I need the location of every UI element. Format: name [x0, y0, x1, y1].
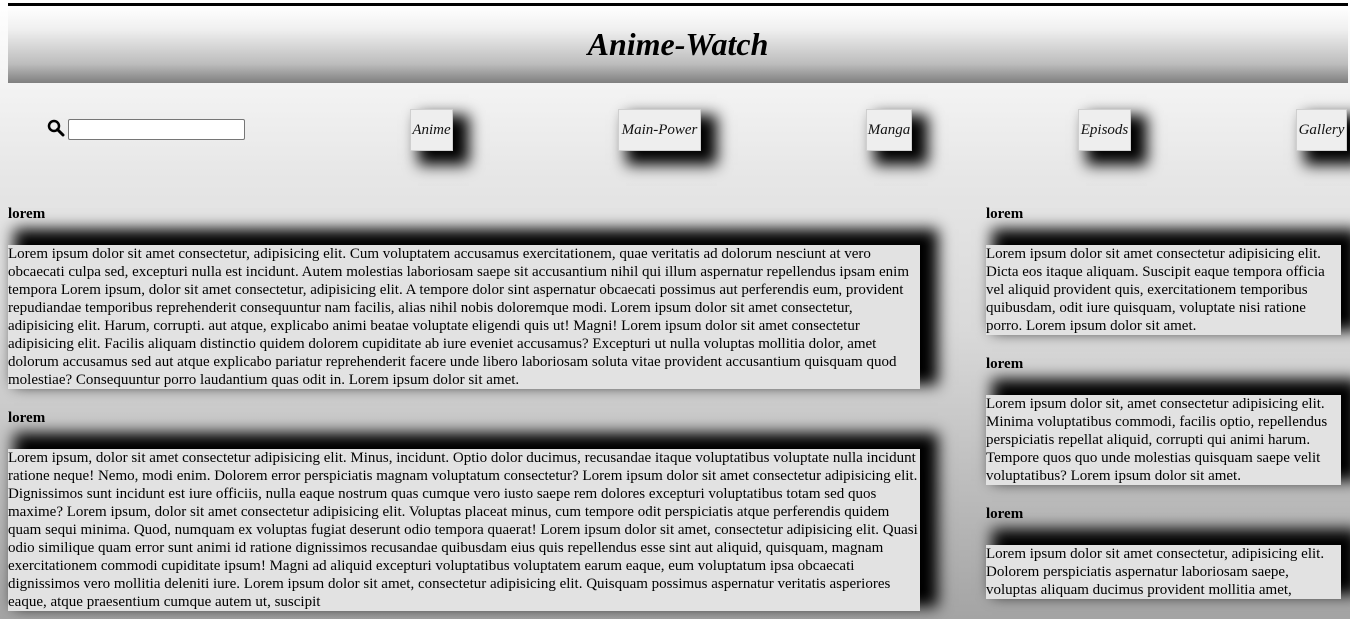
sidebar-heading: lorem	[986, 506, 1024, 522]
article-body: Lorem ipsum, dolor sit amet consectetur …	[8, 449, 920, 611]
article-heading: lorem	[8, 410, 46, 426]
main-content: lorem Lorem ipsum dolor sit amet consect…	[8, 200, 920, 611]
nav-item-gallery[interactable]: Gallery	[1296, 109, 1347, 151]
sidebar-body: Lorem ipsum dolor sit, amet consectetur …	[986, 395, 1341, 485]
article-heading: lorem	[8, 206, 46, 222]
article-body: Lorem ipsum dolor sit amet consectetur, …	[8, 245, 920, 389]
site-title: Anime-Watch	[587, 26, 769, 62]
sidebar-body: Lorem ipsum dolor sit amet consectetur a…	[986, 245, 1341, 335]
search-icon[interactable]	[47, 119, 65, 137]
sidebar: lorem Lorem ipsum dolor sit amet consect…	[986, 200, 1341, 599]
sidebar-heading: lorem	[986, 356, 1024, 372]
sidebar-body: Lorem ipsum dolor sit amet consectetur, …	[986, 545, 1341, 599]
nav-item-anime[interactable]: Anime	[410, 109, 453, 151]
nav-item-main-power[interactable]: Main-Power	[618, 109, 701, 151]
search-input[interactable]	[68, 119, 245, 140]
nav-item-manga[interactable]: Manga	[866, 109, 912, 151]
sidebar-heading: lorem	[986, 206, 1024, 222]
nav-item-episods[interactable]: Episods	[1078, 109, 1131, 151]
site-header: Anime-Watch	[8, 3, 1348, 83]
